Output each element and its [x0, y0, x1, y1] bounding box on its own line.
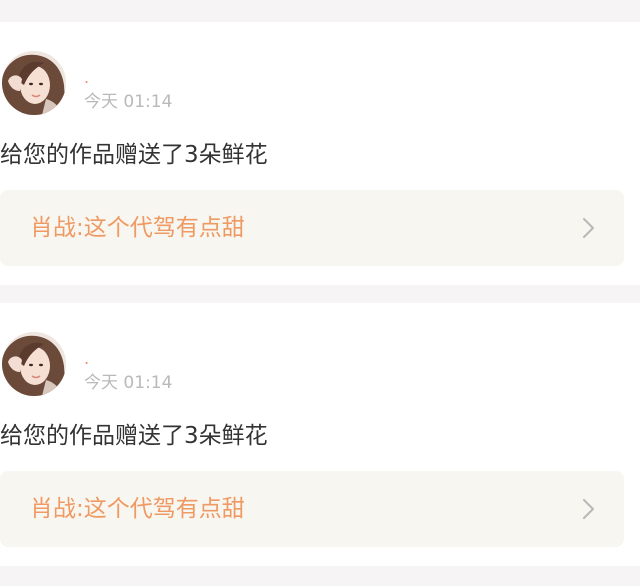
username[interactable]: .: [84, 70, 89, 86]
chevron-right-icon: [583, 499, 594, 519]
work-title: 肖战:这个代驾有点甜: [30, 496, 245, 522]
username[interactable]: .: [84, 351, 89, 367]
notification-message: 给您的作品赠送了3朵鲜花: [0, 142, 268, 168]
timestamp: 今天 01:14: [84, 373, 173, 393]
top-spacer: [0, 0, 640, 22]
card-separator: [0, 285, 640, 303]
avatar[interactable]: [2, 332, 66, 396]
work-link[interactable]: 肖战:这个代驾有点甜: [0, 190, 624, 266]
notification-card: . 今天 01:14 给您的作品赠送了3朵鲜花 肖战:这个代驾有点甜: [0, 303, 640, 566]
work-link[interactable]: 肖战:这个代驾有点甜: [0, 471, 624, 547]
notification-card: . 今天 01:14 给您的作品赠送了3朵鲜花 肖战:这个代驾有点甜: [0, 22, 640, 285]
avatar[interactable]: [2, 51, 66, 115]
work-title: 肖战:这个代驾有点甜: [30, 215, 245, 241]
notification-message: 给您的作品赠送了3朵鲜花: [0, 423, 268, 449]
timestamp: 今天 01:14: [84, 92, 173, 112]
chevron-right-icon: [583, 218, 594, 238]
